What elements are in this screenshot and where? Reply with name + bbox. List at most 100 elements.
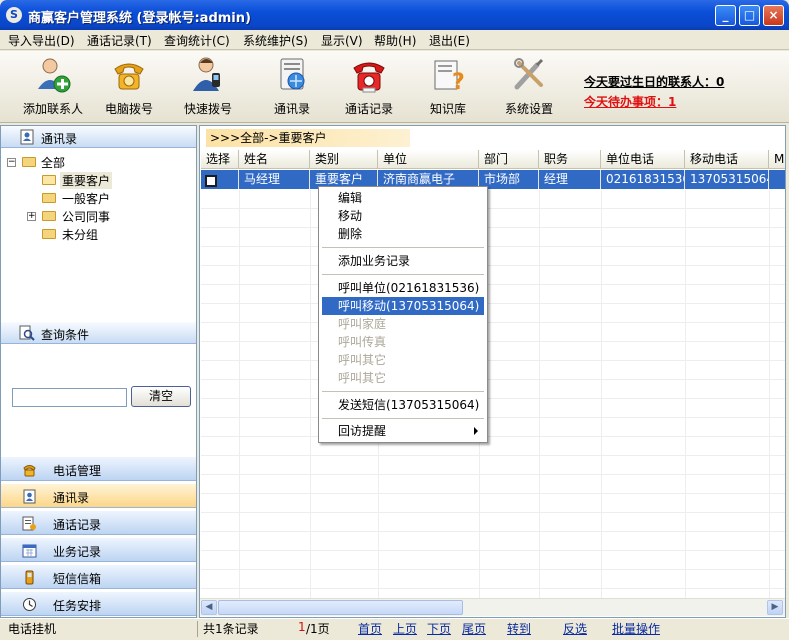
column-header-select[interactable]: 选择 xyxy=(201,150,239,169)
close-button[interactable]: × xyxy=(763,5,784,26)
group-tree: − 全部 重要客户 一般客户 + 公司同事 未分组 xyxy=(5,153,193,243)
calendar-icon xyxy=(22,543,37,558)
call-records-label: 通话记录 xyxy=(344,102,393,116)
knowledge-base-button[interactable]: ? 知识库 xyxy=(413,55,483,117)
first-page-link[interactable]: 首页 xyxy=(358,620,382,637)
quick-dial-button[interactable]: 快速拨号 xyxy=(173,55,243,117)
submenu-arrow-icon xyxy=(474,427,478,435)
address-book-icon xyxy=(22,489,37,504)
clear-button[interactable]: 清空 xyxy=(131,386,191,407)
goto-page-link[interactable]: 转到 xyxy=(507,620,531,637)
menu-exit[interactable]: 退出(E) xyxy=(429,32,470,49)
nav-task-schedule[interactable]: 任务安排 xyxy=(1,591,196,616)
column-header-company[interactable]: 单位 xyxy=(378,150,479,169)
person-phone-icon xyxy=(188,55,228,95)
menu-view[interactable]: 显示(V) xyxy=(321,32,363,49)
todo-notice[interactable]: 今天待办事项：1 xyxy=(584,93,676,110)
menu-query-stats[interactable]: 查询统计(C) xyxy=(164,32,230,49)
menu-help[interactable]: 帮助(H) xyxy=(374,32,416,49)
menu-call-records[interactable]: 通话记录(T) xyxy=(87,32,152,49)
scroll-thumb[interactable] xyxy=(218,600,463,615)
row-checkbox[interactable] xyxy=(205,175,217,187)
menu-item-add-business-record[interactable]: 添加业务记录 xyxy=(322,252,484,270)
scroll-right-button[interactable]: ▶ xyxy=(767,600,783,615)
menu-system-maintenance[interactable]: 系统维护(S) xyxy=(243,32,308,49)
page-current: 1 xyxy=(298,620,306,634)
column-header-name[interactable]: 姓名 xyxy=(239,150,310,169)
nav-business-records[interactable]: 业务记录 xyxy=(1,537,196,562)
menu-item-call-other-1: 呼叫其它 xyxy=(338,353,387,367)
left-panel: 通讯录 − 全部 重要客户 一般客户 + 公司同事 未分组 查询条件 清空 电话… xyxy=(0,125,197,618)
clock-icon xyxy=(22,597,37,612)
tree-node-colleagues[interactable]: + 公司同事 xyxy=(5,207,193,225)
knowledge-base-label: 知识库 xyxy=(429,102,466,116)
column-header-category[interactable]: 类别 xyxy=(310,150,378,169)
table-row[interactable]: 马经理 重要客户 济南商赢电子 市场部 经理 02161831536 13705… xyxy=(201,170,785,189)
prev-page-link[interactable]: 上页 xyxy=(393,620,417,637)
add-contact-label: 添加联系人 xyxy=(22,102,83,116)
settings-button[interactable]: 系统设置 xyxy=(494,55,564,117)
grid-line xyxy=(201,208,785,209)
grid-line xyxy=(201,303,785,304)
context-menu: 编辑 移动 删除 添加业务记录 呼叫单位(02161831536) 呼叫移动(1… xyxy=(318,186,488,443)
tree-label-important: 重要客户 xyxy=(60,172,113,189)
nav-sms-inbox[interactable]: 短信信箱 xyxy=(1,564,196,589)
nav-task-schedule-label: 任务安排 xyxy=(53,599,102,613)
birthday-notice[interactable]: 今天要过生日的联系人：0 xyxy=(584,73,724,90)
minimize-button[interactable]: _ xyxy=(715,5,736,26)
nav-phone-management[interactable]: 电话管理 xyxy=(1,456,196,481)
nav-call-records[interactable]: 通话记录 xyxy=(1,510,196,535)
menu-import-export[interactable]: 导入导出(D) xyxy=(8,32,75,49)
cell-ms xyxy=(769,170,785,189)
red-telephone-icon xyxy=(349,55,389,95)
menu-item-call-office[interactable]: 呼叫单位(02161831536) xyxy=(322,279,484,297)
expand-icon[interactable]: + xyxy=(27,212,36,221)
contacts-grid: 选择 姓名 类别 单位 部门 职务 单位电话 移动电话 MS 马经理 重要客户 … xyxy=(201,150,785,598)
address-book-header-label: 通讯录 xyxy=(41,132,78,146)
menu-item-edit[interactable]: 编辑 xyxy=(322,189,484,207)
grid-line xyxy=(201,341,785,342)
horizontal-scrollbar[interactable]: ◀ ▶ xyxy=(200,598,785,616)
mobile-phone-icon xyxy=(22,570,37,585)
menu-item-move[interactable]: 移动 xyxy=(322,207,484,225)
scroll-left-button[interactable]: ◀ xyxy=(201,600,217,615)
menu-item-followup-reminder[interactable]: 回访提醒 xyxy=(322,422,484,440)
batch-operation-link[interactable]: 批量操作 xyxy=(612,620,660,637)
column-header-office-phone[interactable]: 单位电话 xyxy=(601,150,685,169)
collapse-icon[interactable]: − xyxy=(7,158,16,167)
app-icon: S xyxy=(6,7,22,23)
menu-item-call-home: 呼叫家庭 xyxy=(338,317,387,331)
next-page-link[interactable]: 下页 xyxy=(427,620,451,637)
menu-item-send-sms[interactable]: 发送短信(13705315064) xyxy=(322,396,484,414)
grid-line xyxy=(201,379,785,380)
add-contact-button[interactable]: 添加联系人 xyxy=(18,55,88,117)
invert-selection-link[interactable]: 反选 xyxy=(563,620,587,637)
nav-address-book[interactable]: 通讯录 xyxy=(1,483,196,508)
grid-line xyxy=(601,190,602,598)
address-book-button[interactable]: 通讯录 xyxy=(257,55,327,117)
grid-line xyxy=(201,512,785,513)
cell-office-phone: 02161831536 xyxy=(601,170,685,189)
last-page-link[interactable]: 尾页 xyxy=(462,620,486,637)
menu-separator xyxy=(322,274,484,275)
menu-item-call-mobile[interactable]: 呼叫移动(13705315064) xyxy=(322,297,484,315)
menu-item-delete[interactable]: 删除 xyxy=(322,225,484,243)
tree-node-all[interactable]: − 全部 xyxy=(5,153,193,171)
column-header-department[interactable]: 部门 xyxy=(479,150,539,169)
call-records-button[interactable]: 通话记录 xyxy=(334,55,404,117)
maximize-button[interactable]: □ xyxy=(739,5,760,26)
menu-item-call-fax: 呼叫传真 xyxy=(338,335,387,349)
tree-node-ungrouped[interactable]: 未分组 xyxy=(5,225,193,243)
pc-dial-button[interactable]: 电脑拨号 xyxy=(94,55,164,117)
search-input[interactable] xyxy=(12,388,127,407)
grid-line xyxy=(310,190,311,598)
tree-node-general[interactable]: 一般客户 xyxy=(5,189,193,207)
folder-icon xyxy=(42,193,56,203)
tree-node-important[interactable]: 重要客户 xyxy=(5,171,193,189)
grid-line xyxy=(201,227,785,228)
row-select-cell[interactable] xyxy=(201,170,239,189)
column-header-title[interactable]: 职务 xyxy=(539,150,601,169)
folder-icon xyxy=(22,157,36,167)
column-header-ms[interactable]: MS xyxy=(769,150,785,169)
column-header-mobile[interactable]: 移动电话 xyxy=(685,150,769,169)
